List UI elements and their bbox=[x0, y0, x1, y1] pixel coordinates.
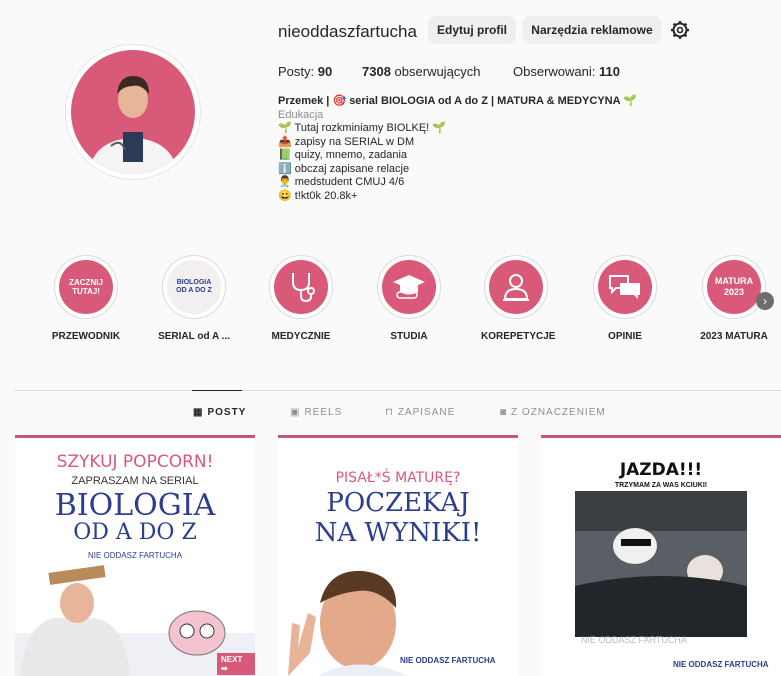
highlight-label: PRZEWODNIK bbox=[51, 331, 121, 342]
post-tile[interactable]: JAZDA!!! TRZYMAM ZA WAS KCIUKI! NIE ODDA… bbox=[541, 435, 781, 676]
post-tile[interactable]: PISAŁ*Ś MATURĘ? POCZEKAJ NA WYNIKI! NIE … bbox=[278, 435, 518, 676]
chat-bubbles-icon bbox=[609, 275, 640, 299]
bio-line: 📗 quizy, mnemo, zadania bbox=[278, 149, 408, 161]
highlight-serial[interactable]: BIOLOGIA OD A DO Z SERIAL od A ... bbox=[158, 255, 230, 342]
highlight-label: OPINIE bbox=[608, 331, 642, 342]
bio-name: Przemek | 🎯 serial BIOLOGIA od A do Z | … bbox=[278, 95, 637, 107]
bio-line: 👨‍⚕️ medstudent CMUJ 4/6 bbox=[278, 176, 405, 188]
tab-label: ZAPISANE bbox=[397, 407, 456, 418]
post-line1: JAZDA!!! bbox=[619, 460, 703, 480]
highlight-inner-text: BIOLOGIA OD A DO Z bbox=[176, 279, 212, 294]
tutor-person-icon bbox=[503, 274, 529, 301]
post-line1: SZYKUJ POPCORN! bbox=[56, 452, 214, 472]
post-brand: NIE ODDASZ FARTUCHA bbox=[673, 660, 769, 669]
tab-oznaczone[interactable]: ◙ Z OZNACZENIEM bbox=[500, 407, 606, 418]
post-line2: TRZYMAM ZA WAS KCIUKI! bbox=[614, 482, 708, 489]
posts-stat: Posty: 90 bbox=[278, 64, 332, 79]
bio-line: ℹ️ obczaj zapisane relacje bbox=[278, 162, 410, 175]
highlight-label: SERIAL od A ... bbox=[158, 331, 230, 342]
tab-label: REELS bbox=[304, 407, 343, 418]
highlight-label: MEDYCZNIE bbox=[271, 331, 331, 342]
grid-icon: ▦ bbox=[193, 407, 204, 418]
stethoscope-icon bbox=[292, 273, 315, 303]
highlights-next-arrow-icon[interactable]: › bbox=[756, 292, 774, 310]
tab-zapisane[interactable]: ⊓ ZAPISANE bbox=[385, 407, 455, 418]
following-label: Obserwowani: bbox=[513, 64, 596, 79]
highlight-studia[interactable]: STUDIA bbox=[374, 255, 444, 342]
tab-label: Z OZNACZENIEM bbox=[511, 407, 606, 418]
highlight-label: KOREPETYCJE bbox=[481, 331, 556, 342]
post-line3: BIOLOGIA bbox=[54, 488, 216, 523]
followers-count: 7308 bbox=[362, 64, 391, 79]
post-brand: NIE ODDASZ FARTUCHA bbox=[87, 551, 183, 560]
posts-label: Posty: bbox=[278, 64, 315, 79]
following-stat[interactable]: Obserwowani: 110 bbox=[513, 64, 620, 79]
highlight-inner-text: MATURA 2023 bbox=[714, 276, 754, 297]
followers-label: obserwujących bbox=[394, 64, 481, 79]
reels-icon: ▣ bbox=[290, 407, 301, 418]
tab-reels[interactable]: ▣ REELS bbox=[290, 407, 342, 418]
highlight-korepetycje[interactable]: KOREPETYCJE bbox=[481, 255, 556, 342]
posts-count: 90 bbox=[317, 64, 333, 79]
edit-profile-button[interactable]: Edytuj profil bbox=[428, 16, 516, 44]
post-watermark: NIE ODDASZ FARTUCHA bbox=[581, 635, 687, 645]
highlight-label: 2023 MATURA bbox=[700, 331, 768, 342]
tab-label: POSTY bbox=[207, 407, 247, 418]
settings-gear-icon[interactable] bbox=[670, 20, 690, 40]
followers-stat[interactable]: 7308 obserwujących bbox=[362, 64, 481, 79]
bookmark-icon: ⊓ bbox=[385, 407, 394, 418]
highlight-inner-text: ZACZNIJ TUTAJ! bbox=[69, 278, 103, 296]
post-line2: ZAPRASZAM NA SERIAL bbox=[71, 475, 199, 487]
ad-tools-button[interactable]: Narzędzia reklamowe bbox=[523, 16, 661, 44]
post-line1: PISAŁ*Ś MATURĘ? bbox=[335, 470, 461, 486]
tabs-divider bbox=[14, 390, 781, 391]
highlight-przewodnik[interactable]: ZACZNIJ TUTAJ! PRZEWODNIK bbox=[51, 255, 121, 342]
post-line4: OD A DO Z bbox=[73, 520, 197, 545]
bio-category: Edukacja bbox=[278, 108, 324, 121]
post-brand: NIE ODDASZ FARTUCHA bbox=[400, 656, 496, 665]
post-photo bbox=[575, 491, 747, 637]
graduation-cap-icon bbox=[393, 275, 425, 299]
bio: Przemek | 🎯 serial BIOLOGIA od A do Z | … bbox=[278, 95, 758, 203]
highlight-opinie[interactable]: OPINIE bbox=[590, 255, 660, 342]
avatar[interactable] bbox=[71, 50, 195, 174]
bio-line: 🌱 Tutaj rozkminiamy BIOLKĘ! 🌱 bbox=[278, 122, 446, 134]
avatar-portrait bbox=[91, 76, 175, 174]
following-count: 110 bbox=[599, 64, 620, 79]
username: nieoddaszfartucha bbox=[278, 22, 417, 41]
bio-line: 📤 zapisy na SERIAL w DM bbox=[278, 135, 415, 148]
post-line3: NA WYNIKI! bbox=[314, 518, 482, 548]
post-line2: POCZEKAJ bbox=[326, 488, 470, 518]
tagged-icon: ◙ bbox=[500, 407, 508, 418]
bio-line: 😀 t!kt0k 20.8k+ bbox=[278, 189, 358, 202]
highlight-label: STUDIA bbox=[390, 331, 428, 342]
highlight-medycznie[interactable]: MEDYCZNIE bbox=[266, 255, 336, 342]
next-badge: NEXT ➡ bbox=[217, 653, 255, 675]
tab-posty[interactable]: ▦ POSTY bbox=[193, 407, 246, 418]
post-tile[interactable]: SZYKUJ POPCORN! ZAPRASZAM NA SERIAL BIOL… bbox=[15, 435, 255, 676]
active-tab-indicator bbox=[192, 390, 242, 391]
